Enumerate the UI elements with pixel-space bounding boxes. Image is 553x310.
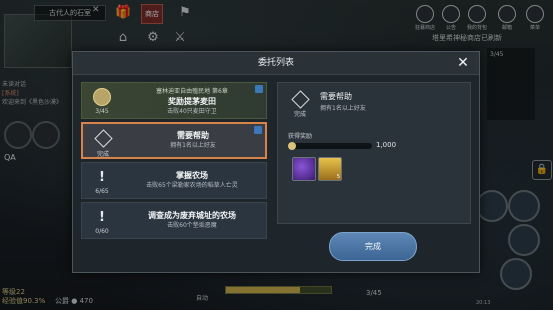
close-icon[interactable]: ✕	[454, 54, 472, 72]
detail-desc: 拥有1名以上好友	[320, 105, 366, 112]
pin-icon[interactable]	[255, 85, 263, 93]
quest-status: 3/45	[95, 108, 109, 115]
detail-title: 需要帮助	[320, 92, 352, 101]
quest-desc: 拥有1名以上好友	[170, 142, 216, 149]
potion-icon[interactable]: 5	[318, 157, 342, 181]
quest-desc: 击败60个垫垢恶魔	[167, 222, 217, 229]
modal-title: 委托列表	[257, 58, 294, 68]
quest-list-modal: 委托列表 ✕ 3/45 塞林迪亚自由殖民地 第6章 奖励提茅麦田 击败40只麦田…	[72, 51, 480, 273]
detail-status: 完成	[293, 111, 306, 118]
quest-desc: 击败40只麦田守卫	[167, 107, 217, 115]
exclamation-icon: !	[99, 169, 105, 185]
quest-title: 调查成为废弃城址的农场	[148, 211, 236, 220]
quest-item[interactable]: 3/45 塞林迪亚自由殖民地 第6章 奖励提茅麦田 击败40只麦田守卫	[81, 82, 267, 119]
quest-desc: 击败65个梁勒家农场的稻草人亡灵	[146, 182, 238, 189]
diamond-icon	[288, 89, 312, 109]
quest-status: 完成	[96, 151, 109, 158]
quest-title: 需要帮助	[177, 131, 209, 140]
complete-button[interactable]: 完成	[329, 232, 417, 261]
exp-icon	[288, 142, 296, 150]
quest-status: 0/60	[95, 228, 109, 235]
pin-icon[interactable]	[254, 126, 262, 134]
coin-icon	[88, 87, 116, 107]
exp-reward-value: 1,000	[376, 141, 397, 149]
quest-status: 6/65	[95, 188, 109, 195]
reward-label: 获得奖励	[288, 133, 313, 140]
quest-detail-panel: 完成 需要帮助 拥有1名以上好友 获得奖励 1,000 5	[277, 82, 471, 224]
exclamation-icon: !	[99, 209, 105, 225]
quest-item-selected[interactable]: 完成 需要帮助 拥有1名以上好友	[81, 122, 267, 159]
quest-item[interactable]: ! 0/60 调查成为废弃城址的农场 击败60个垫垢恶魔	[81, 202, 267, 239]
quest-location: 塞林迪亚自由殖民地 第6章	[156, 87, 228, 95]
quest-title: 掌握农场	[176, 171, 208, 180]
quest-item[interactable]: ! 6/65 掌握农场 击败65个梁勒家农场的稻草人亡灵	[81, 162, 267, 199]
diamond-icon	[89, 128, 117, 148]
item-count: 5	[336, 174, 340, 180]
quest-title: 奖励提茅麦田	[168, 96, 216, 106]
purple-gem-icon[interactable]	[292, 157, 316, 181]
modal-header: 委托列表 ✕	[73, 52, 479, 75]
exp-reward-bar	[288, 142, 372, 150]
